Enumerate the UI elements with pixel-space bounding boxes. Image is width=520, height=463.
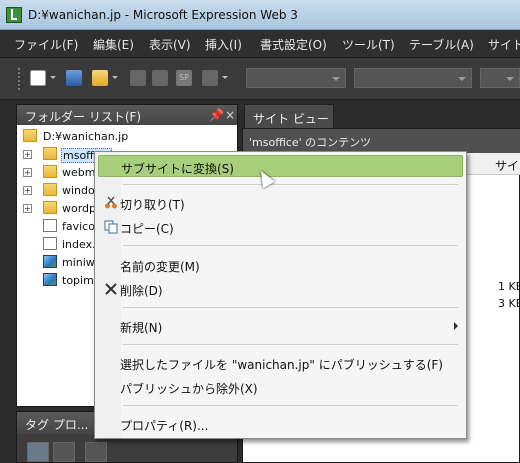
- folder-icon: [43, 183, 57, 196]
- menu-item-delete[interactable]: 削除(D): [98, 278, 463, 300]
- context-menu: サブサイトに変換(S) 切り取り(T) コピー(C) 名前の変更(M) 削除(D…: [94, 151, 467, 439]
- font-dropdown[interactable]: [354, 68, 472, 88]
- title-bar: D:¥wanichan.jp - Microsoft Expression We…: [0, 0, 520, 30]
- menu-item-new[interactable]: 新規(N): [98, 315, 463, 337]
- sharepoint-icon[interactable]: SP: [176, 70, 192, 86]
- menu-separator: [123, 405, 458, 406]
- open-dropdown-arrow-icon[interactable]: [112, 76, 118, 82]
- menu-item-publish-selected[interactable]: 選択したファイルを "wanichan.jp" にパブリッシュする(F): [98, 352, 463, 374]
- show-set-properties-icon[interactable]: [85, 442, 107, 462]
- menu-item-convert-to-subsite[interactable]: サブサイトに変換(S): [98, 155, 463, 177]
- site-view-header: 'msoffice' のコンテンツ: [243, 129, 520, 153]
- open-book-icon[interactable]: [66, 70, 82, 86]
- submenu-arrow-icon: [454, 322, 462, 330]
- tree-root[interactable]: D:¥wanichan.jp: [19, 128, 219, 146]
- tag-properties-title: タグ プロ...: [25, 418, 89, 432]
- menu-site[interactable]: サイト: [488, 36, 520, 53]
- categorize-icon[interactable]: [27, 442, 49, 462]
- pin-icon[interactable]: 📌: [209, 108, 224, 122]
- font-size-dropdown[interactable]: [480, 68, 520, 88]
- style-dropdown[interactable]: [246, 68, 346, 88]
- image-file-icon: [43, 255, 57, 268]
- toolbar-grip[interactable]: [18, 68, 22, 90]
- sort-icon[interactable]: [53, 442, 75, 462]
- image-file-icon: [43, 273, 57, 286]
- folder-icon: [43, 201, 57, 214]
- save-icon[interactable]: [130, 70, 146, 86]
- tab-site-view[interactable]: サイト ビュー: [244, 104, 334, 128]
- preview-icon[interactable]: [202, 70, 218, 86]
- menu-view[interactable]: 表示(V): [149, 36, 191, 53]
- standard-toolbar: SP: [0, 58, 520, 100]
- menu-tools[interactable]: ツール(T): [342, 36, 395, 53]
- tree-root-label: D:¥wanichan.jp: [43, 130, 129, 143]
- expand-icon[interactable]: +: [23, 204, 32, 213]
- menu-insert[interactable]: 挿入(I): [205, 36, 242, 53]
- folder-list-title: フォルダー リスト(F): [25, 110, 142, 124]
- site-view-folder-title: 'msoffice' のコンテンツ: [249, 136, 372, 149]
- menu-edit[interactable]: 編集(E): [93, 36, 134, 53]
- menu-separator: [123, 245, 458, 246]
- menu-separator: [123, 307, 458, 308]
- page-icon: [43, 219, 57, 232]
- expand-icon[interactable]: +: [23, 150, 32, 159]
- column-size-header[interactable]: サイズ: [495, 157, 520, 174]
- menu-item-exclude-from-publish[interactable]: パブリッシュから除外(X): [98, 376, 463, 398]
- expand-icon[interactable]: +: [23, 168, 32, 177]
- menu-file[interactable]: ファイル(F): [14, 36, 78, 53]
- menu-item-properties[interactable]: プロパティ(R)...: [98, 413, 463, 435]
- save-all-icon[interactable]: [152, 70, 168, 86]
- folder-list-header: フォルダー リスト(F) 📌 ×: [17, 105, 237, 125]
- folder-icon: [43, 165, 57, 178]
- tab-site-view-label: サイト ビュー: [253, 112, 329, 126]
- expand-icon[interactable]: +: [23, 186, 32, 195]
- menu-separator: [123, 184, 458, 185]
- scissors-icon: [104, 196, 118, 210]
- home-page-icon: [43, 237, 57, 250]
- menu-item-copy[interactable]: コピー(C): [98, 216, 463, 238]
- menu-bar: ファイル(F) 編集(E) 表示(V) 挿入(I) 書式設定(O) ツール(T)…: [0, 30, 520, 58]
- menu-item-rename[interactable]: 名前の変更(M): [98, 254, 463, 276]
- menu-table[interactable]: テーブル(A): [409, 36, 474, 53]
- file-size-cell: 1 KB: [498, 280, 520, 293]
- open-folder-icon[interactable]: [92, 70, 108, 86]
- menu-separator: [123, 344, 458, 345]
- new-dropdown-arrow-icon[interactable]: [50, 76, 56, 82]
- close-panel-icon[interactable]: ×: [225, 108, 235, 122]
- delete-icon: [104, 282, 118, 296]
- copy-icon: [104, 220, 118, 234]
- menu-format[interactable]: 書式設定(O): [260, 36, 327, 53]
- folder-icon: [23, 129, 37, 142]
- preview-dropdown-arrow-icon[interactable]: [222, 76, 228, 82]
- new-page-icon[interactable]: [30, 70, 46, 86]
- expression-web-logo-icon: [6, 7, 22, 23]
- menu-item-cut[interactable]: 切り取り(T): [98, 192, 463, 214]
- folder-icon: [43, 147, 57, 160]
- window-title: D:¥wanichan.jp - Microsoft Expression We…: [28, 8, 298, 22]
- file-size-cell: 3 KB: [498, 297, 520, 310]
